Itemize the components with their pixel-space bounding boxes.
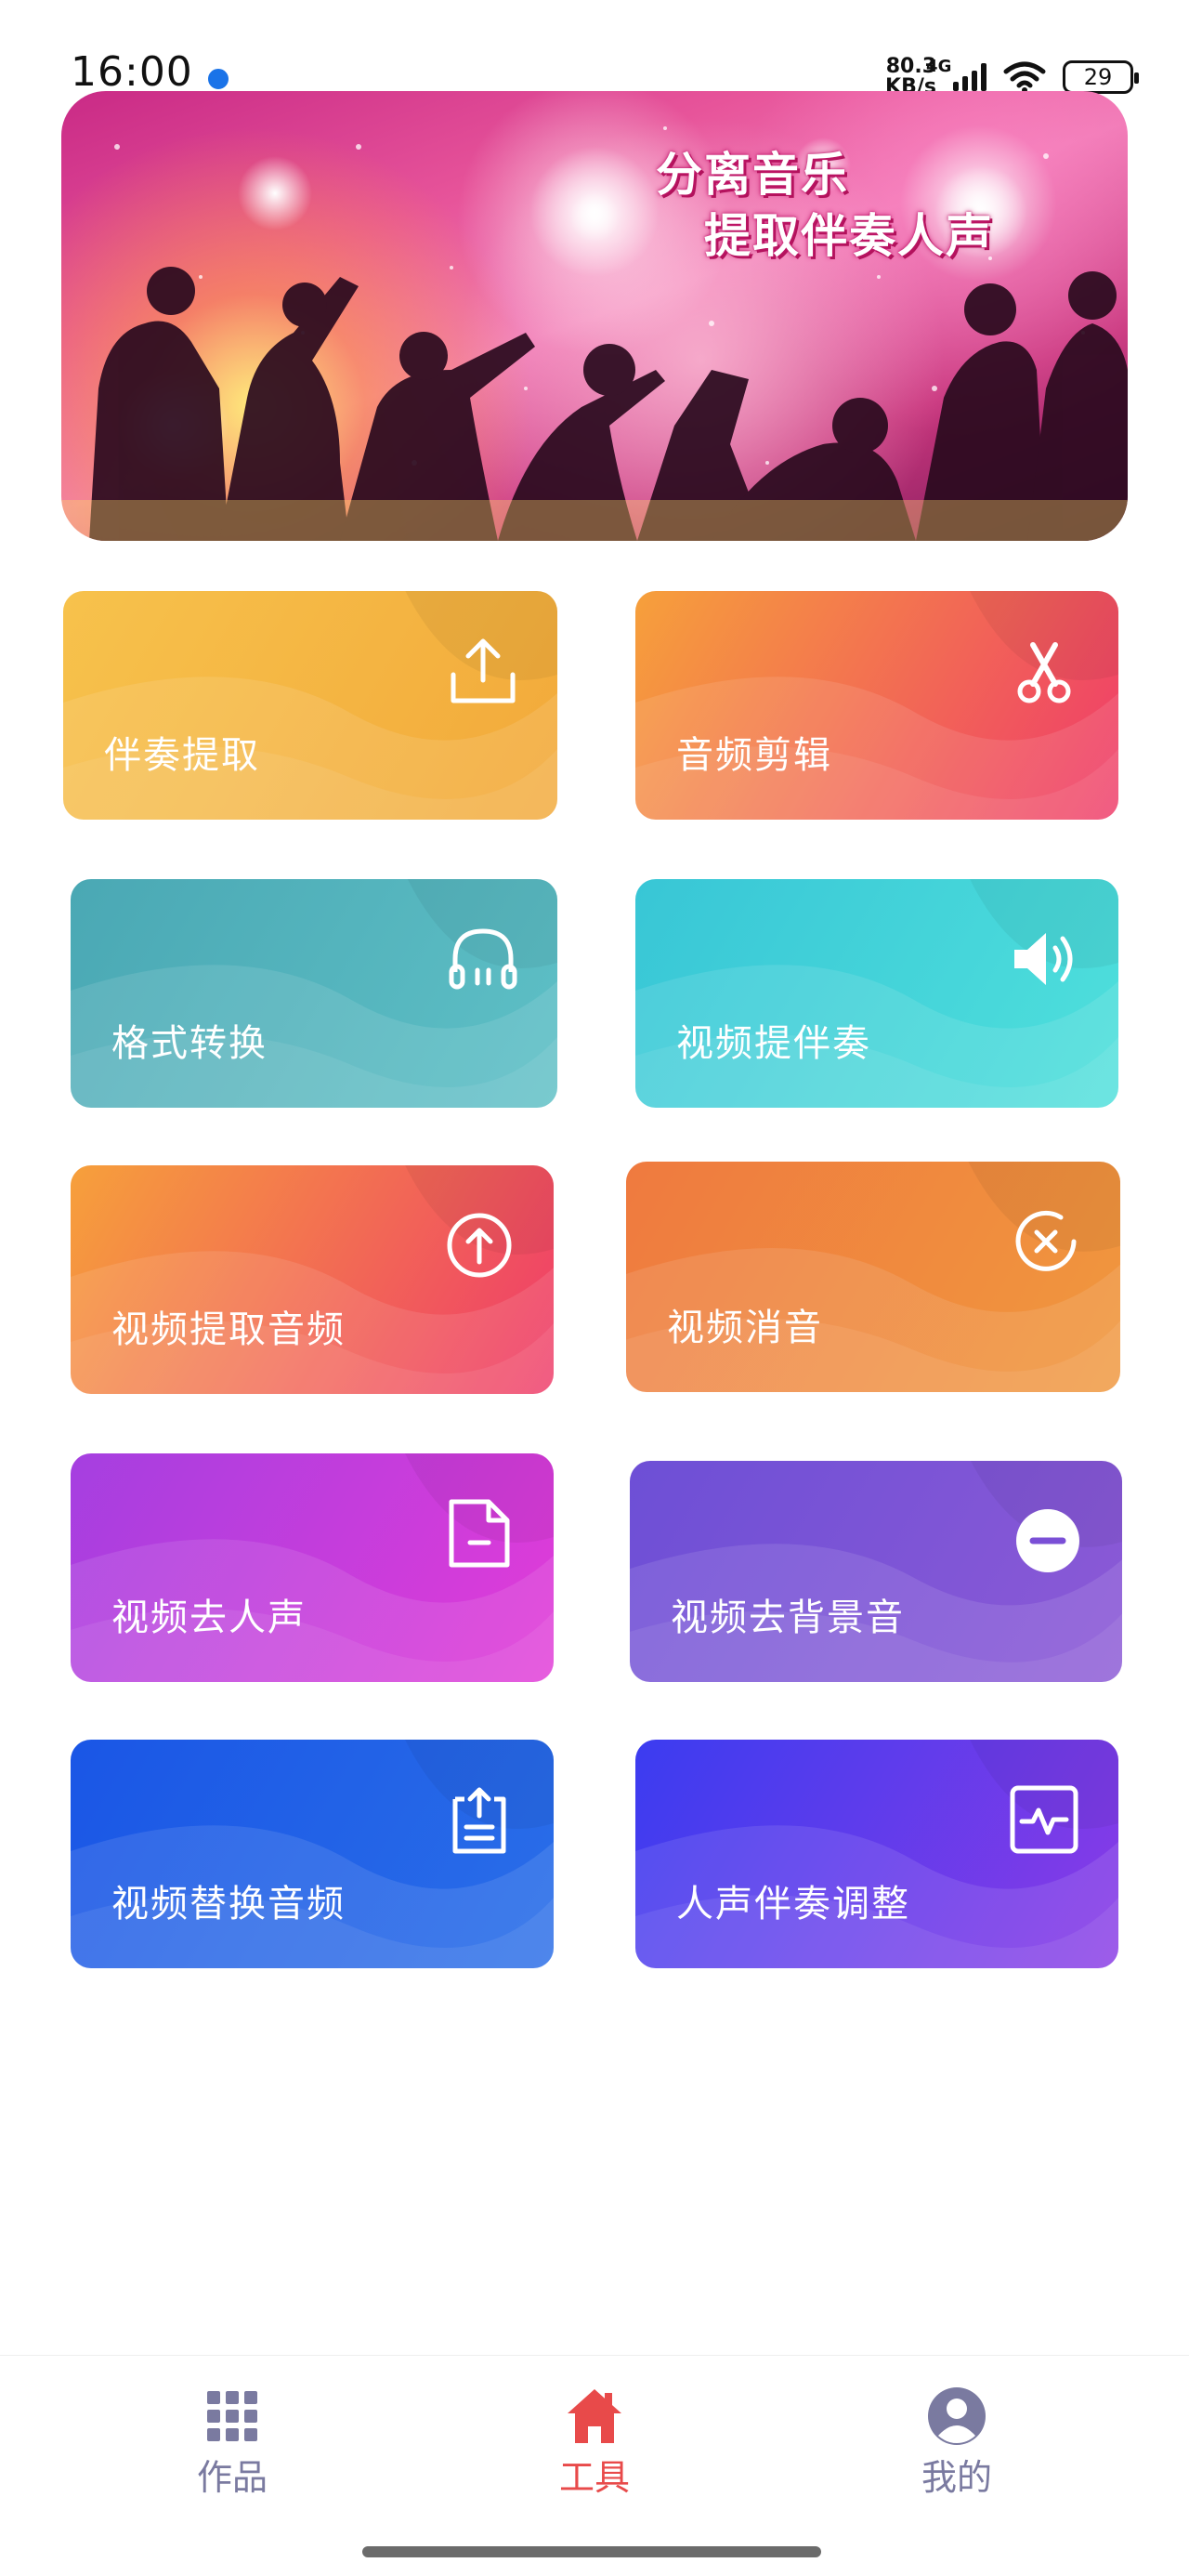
speaker-icon: [1007, 922, 1081, 996]
nav-item-works[interactable]: 作品: [139, 2385, 325, 2500]
status-bar: 16:00 80.3 KB/s 4G 29: [0, 0, 1189, 98]
tool-card-label: 人声伴奏调整: [676, 1883, 910, 1925]
tool-card-9[interactable]: 人声伴奏调整: [635, 1740, 1118, 1968]
tool-card-6[interactable]: 视频去人声: [71, 1453, 554, 1682]
promo-banner[interactable]: 分离音乐 提取伴奏人声: [61, 91, 1128, 541]
document-icon: [442, 1496, 516, 1571]
scissors-icon: [1007, 634, 1081, 708]
tool-card-4[interactable]: 视频提取音频: [71, 1165, 554, 1394]
banner-title: 分离音乐: [656, 148, 849, 202]
tool-card-label: 音频剪辑: [676, 734, 832, 777]
tool-card-label: 伴奏提取: [104, 734, 260, 777]
nav-label: 工具: [558, 2457, 630, 2498]
upload-icon: [446, 634, 520, 708]
tool-card-0[interactable]: 伴奏提取: [63, 591, 557, 820]
home-indicator: [362, 2546, 821, 2557]
network-type: 4G: [926, 57, 952, 76]
waveform-icon: [1007, 1782, 1081, 1857]
dancers-illustration: [61, 126, 1128, 541]
tool-card-7[interactable]: 视频去背景音: [630, 1461, 1122, 1682]
battery-level: 29: [1083, 64, 1113, 90]
tool-card-label: 视频消音: [667, 1307, 823, 1349]
tool-card-label: 视频替换音频: [111, 1883, 346, 1925]
tool-card-label: 视频去人声: [111, 1597, 307, 1639]
tool-card-2[interactable]: 格式转换: [71, 879, 557, 1108]
close-circle-icon: [1009, 1204, 1083, 1279]
battery-icon: 29: [1063, 60, 1139, 94]
signal-icon: [953, 63, 986, 91]
tool-card-label: 视频提伴奏: [676, 1022, 871, 1065]
minus-circle-icon: [1011, 1504, 1085, 1578]
tool-card-label: 格式转换: [111, 1022, 268, 1065]
nav-item-tools[interactable]: 工具: [502, 2385, 687, 2500]
wifi-icon: [1003, 61, 1046, 93]
banner-subtitle: 提取伴奏人声: [704, 209, 994, 263]
tool-card-8[interactable]: 视频替换音频: [71, 1740, 554, 1968]
bottom-nav: 作品 工具 我的: [0, 2355, 1189, 2576]
nav-item-profile[interactable]: 我的: [864, 2385, 1050, 2500]
user-icon: [928, 2387, 986, 2445]
tool-card-3[interactable]: 视频提伴奏: [635, 879, 1118, 1108]
clipboard-upload-icon: [442, 1782, 516, 1857]
tool-card-5[interactable]: 视频消音: [626, 1162, 1120, 1392]
grid-icon: [207, 2391, 257, 2441]
nav-label: 作品: [196, 2457, 268, 2498]
status-time: 16:00: [71, 48, 193, 96]
home-icon: [568, 2389, 621, 2443]
upload-circle-icon: [442, 1208, 516, 1282]
tool-card-label: 视频去背景音: [671, 1597, 905, 1639]
headphones-icon: [446, 922, 520, 996]
tool-card-label: 视频提取音频: [111, 1308, 346, 1351]
tool-card-1[interactable]: 音频剪辑: [635, 591, 1118, 820]
app-notification-icon: [203, 63, 234, 95]
nav-label: 我的: [921, 2457, 992, 2498]
